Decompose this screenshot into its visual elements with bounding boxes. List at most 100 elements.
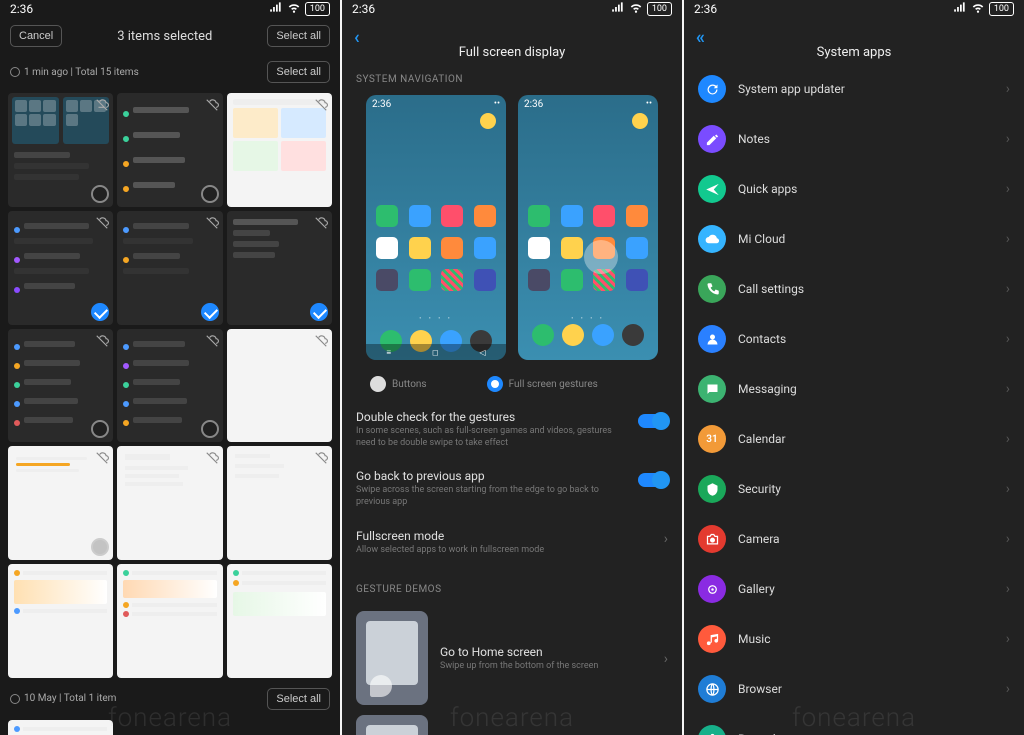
app-row[interactable]: System app updater› [684,64,1024,114]
app-label: Browser [738,682,994,696]
app-row[interactable]: Quick apps› [684,164,1024,214]
app-icon [698,375,726,403]
status-bar: 2:36 100 [342,0,682,17]
row-fullscreen-mode[interactable]: Fullscreen mode Allow selected apps to w… [342,519,682,567]
select-toggle[interactable] [201,185,219,203]
radio-gestures[interactable]: Full screen gestures [487,376,598,392]
app-row[interactable]: Browser› [684,664,1024,714]
app-label: Security [738,482,994,496]
thumb[interactable] [227,211,332,325]
chevron-right-icon: › [1006,81,1010,97]
cloud-off-icon [205,97,219,111]
demo-thumb-partial [356,715,428,735]
app-label: Camera [738,532,994,546]
chevron-right-icon: › [1006,381,1010,397]
row-double-check[interactable]: Double check for the gestures In some sc… [342,400,682,459]
demo-thumb [356,611,428,705]
thumb[interactable] [227,93,332,207]
thumb[interactable] [8,720,113,735]
select-toggle[interactable] [91,303,109,321]
app-row[interactable]: Camera› [684,514,1024,564]
group-2-select-all[interactable]: Select all [267,688,330,710]
app-icon [698,325,726,353]
group-1-label: 1 min ago | Total 15 items [24,67,139,78]
thumb[interactable] [8,329,113,443]
app-row[interactable]: Music› [684,614,1024,664]
section-gesture-demos: GESTURE DEMOS [342,566,682,601]
app-label: Calendar [738,432,994,446]
app-icon [698,125,726,153]
select-toggle[interactable] [310,303,328,321]
thumb[interactable] [117,211,222,325]
app-row[interactable]: Contacts› [684,314,1024,364]
cloud-off-icon [95,333,109,347]
radio-gestures-label: Full screen gestures [509,379,598,390]
app-label: Notes [738,132,994,146]
row-desc: In some scenes, such as full-screen game… [356,426,630,449]
system-apps-list: System app updater›Notes›Quick apps›Mi C… [684,64,1024,735]
select-toggle[interactable] [91,185,109,203]
preview-gestures[interactable]: 2:36 •• • • • • [518,95,658,360]
app-icon [698,175,726,203]
chevron-right-icon: › [664,531,668,547]
battery-icon: 100 [989,2,1014,16]
status-time: 2:36 [694,2,717,16]
preview-time: 2:36 [524,99,543,110]
status-bar: 2:36 100 [684,0,1024,17]
thumb[interactable] [227,564,332,678]
thumb[interactable] [8,93,113,207]
app-icon [698,475,726,503]
row-go-back[interactable]: Go back to previous app Swipe across the… [342,459,682,518]
chevron-right-icon: › [1006,231,1010,247]
select-toggle[interactable] [201,303,219,321]
select-toggle[interactable] [91,538,109,556]
signal-icon [953,0,967,17]
group-header-1: 1 min ago | Total 15 items Select all [0,55,340,89]
chevron-right-icon: › [664,651,668,667]
cloud-off-icon [314,450,328,464]
radio-buttons[interactable]: Buttons [370,376,427,392]
select-all-button[interactable]: Select all [267,25,330,47]
thumb[interactable] [117,329,222,443]
status-time: 2:36 [352,2,375,16]
demo-desc: Swipe up from the bottom of the screen [440,661,652,673]
demo-title: Go to Home screen [440,645,652,659]
row-desc: Allow selected apps to work in fullscree… [356,545,656,557]
chevron-right-icon: › [1006,181,1010,197]
thumb[interactable] [227,329,332,443]
radio-buttons-label: Buttons [392,379,427,390]
app-row[interactable]: Notes› [684,114,1024,164]
signal-icon [611,0,625,17]
thumb[interactable] [117,564,222,678]
thumb[interactable] [8,446,113,560]
thumb[interactable] [117,446,222,560]
app-row[interactable]: Gallery› [684,564,1024,614]
thumb[interactable] [8,564,113,678]
cancel-button[interactable]: Cancel [10,25,62,47]
cloud-off-icon [314,97,328,111]
preview-buttons[interactable]: 2:36 •• • • • • ≡◻◁ [366,95,506,360]
demo-go-home[interactable]: Go to Home screen Swipe up from the bott… [342,601,682,715]
thumb[interactable] [227,446,332,560]
cloud-off-icon [95,450,109,464]
toggle-switch[interactable] [638,473,668,487]
app-row[interactable]: Security› [684,464,1024,514]
hand-icon [370,675,392,697]
app-icon [698,675,726,703]
cloud-off-icon [205,333,219,347]
app-row[interactable]: Call settings› [684,264,1024,314]
app-row[interactable]: 31Calendar› [684,414,1024,464]
row-title: Double check for the gestures [356,410,630,424]
thumb[interactable] [117,93,222,207]
toggle-switch[interactable] [638,414,668,428]
chevron-right-icon: › [1006,731,1010,735]
cloud-off-icon [314,215,328,229]
app-icon [698,525,726,553]
group-1-select-all[interactable]: Select all [267,61,330,83]
app-row[interactable]: Mi Cloud› [684,214,1024,264]
thumb[interactable] [8,211,113,325]
app-row[interactable]: Messaging› [684,364,1024,414]
cloud-off-icon [205,215,219,229]
app-row[interactable]: Recorder› [684,714,1024,735]
select-toggle[interactable] [201,420,219,438]
